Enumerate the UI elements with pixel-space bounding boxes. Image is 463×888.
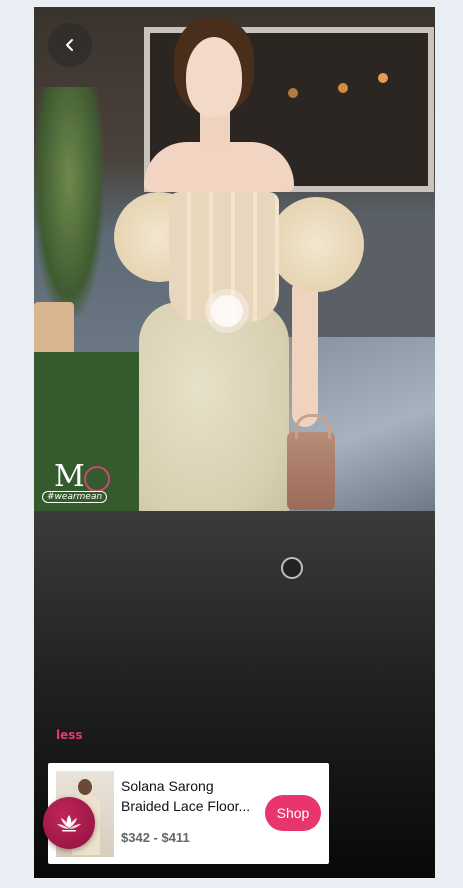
- shop-button[interactable]: Shop: [265, 795, 321, 831]
- product-title-line: Braided Lace Floor...: [121, 798, 251, 814]
- model-figure: [34, 7, 435, 511]
- chevron-left-icon: [66, 39, 73, 51]
- product-photo[interactable]: M #wearmean: [34, 7, 435, 511]
- lotus-icon: [57, 815, 81, 832]
- brand-watermark: M #wearmean: [42, 462, 112, 508]
- product-price: $342 - $411: [121, 830, 190, 845]
- less-link[interactable]: less: [56, 728, 83, 742]
- brand-hashtag: #wearmean: [42, 491, 108, 503]
- media-hotspot[interactable]: [211, 295, 243, 327]
- brand-fab-button[interactable]: [43, 797, 95, 849]
- loading-indicator-icon: [281, 557, 303, 579]
- brand-logo-mark: M: [54, 459, 85, 494]
- product-title[interactable]: Solana Sarong Braided Lace Floor...: [121, 776, 261, 816]
- video-viewer: M #wearmean less: [34, 7, 435, 878]
- handbag: [287, 414, 335, 510]
- product-title-line: Solana Sarong: [121, 778, 214, 794]
- logo-ring-icon: [84, 466, 110, 492]
- back-button[interactable]: [48, 23, 92, 67]
